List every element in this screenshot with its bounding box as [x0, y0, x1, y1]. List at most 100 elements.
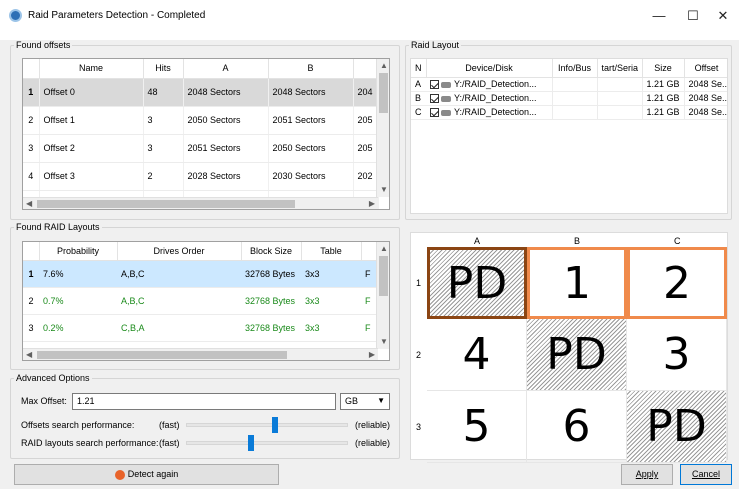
detect-again-label: Detect again [127, 469, 179, 479]
offset-cell-n: 1 [23, 78, 40, 107]
raid-cell-device[interactable]: Y:/RAID_Detection... [426, 77, 552, 92]
offsets-header-b[interactable]: B [268, 59, 354, 79]
layouts-perf-thumb[interactable] [248, 435, 255, 451]
raid-header-device[interactable]: Device/Disk [426, 59, 553, 78]
raid-disk-row[interactable]: B Y:/RAID_Detection... 1.21 GB 2048 Se... [411, 91, 727, 106]
offset-cell-c: 205 [353, 134, 379, 163]
offset-cell-b: 2051 Sectors [268, 106, 354, 135]
layout-cell-table: 3x3 [301, 287, 361, 315]
checkbox-icon[interactable] [430, 80, 439, 90]
data-block-cell: 6 [527, 391, 627, 463]
device-path: Y:/RAID_Detection... [454, 92, 537, 103]
raid-header-offset[interactable]: Offset [684, 59, 727, 78]
offset-cell-name: Offset 0 [39, 78, 144, 107]
offsets-perf-reliable: (reliable) [355, 420, 391, 430]
offset-row[interactable]: 1 Offset 0 48 2048 Sectors 2048 Sectors 204 [23, 78, 379, 107]
raid-matrix: A B C 1 PD 1 2 2 4 PD 3 3 5 6 PD [410, 232, 728, 463]
raid-header-start[interactable]: tart/Seria [597, 59, 643, 78]
device-path: Y:/RAID_Detection... [454, 106, 537, 117]
raid-cell-size: 1.21 GB [641, 91, 684, 106]
offset-row[interactable]: 4 Offset 3 2 2028 Sectors 2030 Sectors 202 [23, 162, 379, 191]
offsets-grid[interactable]: Name Hits A B 1 Offset 0 48 2048 Sectors 204… [22, 58, 390, 210]
raid-disk-row[interactable]: C Y:/RAID_Detection... 1.21 GB 2048 Se... [411, 105, 727, 120]
offset-cell-n: 2 [23, 106, 40, 135]
raid-disk-row[interactable]: A Y:/RAID_Detection... 1.21 GB 2048 Se... [411, 77, 727, 92]
maximize-button[interactable]: ☐ [678, 6, 708, 26]
offset-cell-a: 2050 Sectors [183, 106, 269, 135]
raid-cell-size: 1.21 GB [641, 77, 684, 92]
offset-row[interactable]: 2 Offset 1 3 2050 Sectors 2051 Sectors 205 [23, 106, 379, 135]
matrix-row-header: 2 [416, 350, 422, 360]
offsets-vscroll[interactable]: ▲ ▼ [376, 59, 389, 197]
raid-header-size[interactable]: Size [642, 59, 685, 78]
offset-cell-b: 2048 Sectors [268, 78, 354, 107]
matrix-col-header: A [474, 236, 481, 246]
layout-cell-table: 3x3 [301, 314, 361, 342]
layout-row[interactable]: 3 0.2% C,B,A 32768 Bytes 3x3 F [23, 314, 378, 342]
checkbox-icon[interactable] [430, 108, 439, 118]
raid-layout-grid[interactable]: N Device/Disk Info/Bus tart/Seria Size O… [410, 58, 728, 214]
offsets-header-a[interactable]: A [183, 59, 269, 79]
offset-cell-c: 202 [353, 162, 379, 191]
offset-cell-name: Offset 3 [39, 162, 144, 191]
offsets-header-c[interactable] [353, 59, 379, 79]
layouts-header-order[interactable]: Drives Order [117, 242, 242, 261]
disk-icon [441, 95, 451, 102]
layout-cell-order: C,B,A [117, 314, 241, 342]
layout-cell-order: A,B,C [117, 287, 241, 315]
layout-cell-prob: 0.7% [39, 287, 117, 315]
offset-cell-name: Offset 2 [39, 134, 144, 163]
raid-cell-device[interactable]: Y:/RAID_Detection... [426, 91, 552, 106]
offsets-header-hits[interactable]: Hits [143, 59, 184, 79]
offsets-perf-fast: (fast) [159, 420, 180, 430]
layout-row[interactable]: 1 7.6% A,B,C 32768 Bytes 3x3 F [23, 260, 378, 288]
layout-cell-table: 3x3 [301, 260, 361, 288]
layouts-hscroll[interactable]: ◀ ▶ [23, 348, 378, 360]
raid-header-info[interactable]: Info/Bus [552, 59, 598, 78]
data-block-cell: 1 [527, 247, 627, 319]
layouts-grid[interactable]: Probability Drives Order Block Size Tabl… [22, 241, 390, 361]
raid-header-n[interactable]: N [411, 59, 427, 78]
layouts-vscroll[interactable]: ▲ ▼ [376, 242, 389, 349]
offsets-hscroll[interactable]: ◀ ▶ [23, 197, 378, 209]
layout-row[interactable]: 2 0.7% A,B,C 32768 Bytes 3x3 F [23, 287, 378, 315]
chevron-down-icon: ▼ [377, 396, 385, 405]
layouts-perf-slider[interactable] [186, 441, 348, 445]
detect-again-button[interactable]: Detect again [14, 464, 279, 485]
offset-cell-b: 2030 Sectors [268, 162, 354, 191]
raid-cell-info [551, 77, 597, 92]
close-button[interactable]: ✕ [708, 6, 738, 26]
layouts-header-probability[interactable]: Probability [39, 242, 118, 261]
raid-cell-offset: 2048 Se... [683, 91, 727, 106]
minimize-button[interactable]: — [644, 6, 674, 26]
layouts-header-table[interactable]: Table [301, 242, 362, 261]
offsets-header-name[interactable]: Name [39, 59, 144, 79]
apply-button[interactable]: Apply [621, 464, 673, 485]
raid-cell-info [551, 105, 597, 120]
offset-cell-c: 205 [353, 106, 379, 135]
raid-cell-start [596, 77, 642, 92]
offset-cell-a: 2028 Sectors [183, 162, 269, 191]
cancel-button[interactable]: Cancel [680, 464, 732, 485]
raid-cell-device[interactable]: Y:/RAID_Detection... [426, 105, 552, 120]
data-block-cell: 4 [427, 319, 527, 391]
offsets-perf-label: Offsets search performance: [21, 420, 135, 430]
offsets-perf-thumb[interactable] [271, 417, 278, 433]
max-offset-label: Max Offset: [21, 396, 67, 406]
detect-icon [114, 469, 125, 480]
offset-unit-select[interactable]: GB ▼ [340, 393, 390, 410]
layouts-header-block[interactable]: Block Size [241, 242, 302, 261]
offsets-perf-slider[interactable] [186, 423, 348, 427]
offset-unit-value: GB [345, 396, 359, 406]
parity-block-cell: PD [527, 319, 627, 391]
max-offset-input[interactable]: 1.21 [72, 393, 336, 410]
matrix-col-header: B [574, 236, 581, 246]
offset-cell-c: 204 [353, 78, 379, 107]
offset-cell-hits: 48 [143, 78, 184, 107]
raid-cell-size: 1.21 GB [641, 105, 684, 120]
layouts-header-index [23, 242, 40, 261]
checkbox-icon[interactable] [430, 94, 439, 104]
offset-cell-a: 2051 Sectors [183, 134, 269, 163]
offset-cell-hits: 3 [143, 134, 184, 163]
offset-row[interactable]: 3 Offset 2 3 2051 Sectors 2050 Sectors 205 [23, 134, 379, 163]
